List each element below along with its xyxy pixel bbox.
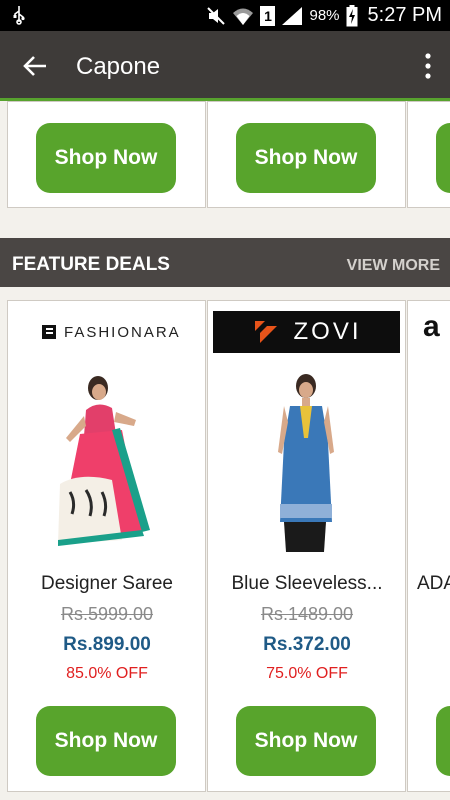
shop-now-button[interactable]: Shop Now [236, 123, 376, 193]
usb-icon [13, 6, 25, 25]
product-price: Rs.372.00 [263, 634, 351, 655]
wifi-icon [233, 8, 254, 25]
product-image-saree [58, 376, 150, 546]
shop-now-button[interactable]: Shop Now [36, 706, 176, 776]
product-discount: 75.0% OFF [266, 665, 348, 682]
battery-percent: 98% [309, 7, 340, 24]
status-bar: 1 98% 5:27 PM [0, 0, 450, 31]
product-name: Designer Saree [40, 573, 174, 594]
feature-deals-header: FEATURE DEALS VIEW MORE [0, 238, 450, 287]
shop-now-button[interactable] [436, 123, 450, 193]
overflow-menu-icon[interactable] [424, 53, 432, 79]
product-mrp: Rs.1489.00 [260, 604, 354, 624]
product-name: ADA [417, 573, 450, 594]
product-name: Blue Sleeveless... [231, 573, 383, 594]
shop-now-button[interactable] [436, 706, 450, 776]
product-discount: 85.0% OFF [66, 665, 148, 682]
brand-name: ZOVI [293, 318, 362, 345]
shop-now-button[interactable]: Shop Now [36, 123, 176, 193]
app-bar: Capone [0, 31, 450, 101]
section-title: FEATURE DEALS [12, 254, 170, 275]
page-title: Capone [76, 53, 161, 80]
mute-icon [207, 6, 226, 25]
brand-name: FASHIONARA [64, 323, 181, 341]
sim-slot-indicator: 1 [260, 5, 276, 26]
shop-now-button[interactable]: Shop Now [236, 706, 376, 776]
product-price: Rs.899.00 [63, 634, 151, 655]
battery-charging-icon [346, 4, 358, 26]
view-more-link[interactable]: VIEW MORE [347, 257, 440, 275]
fashionara-mark-icon [42, 325, 56, 339]
brand-logo-partial: a [423, 310, 440, 343]
product-image-kurta [278, 374, 334, 552]
product-mrp: Rs.5999.00 [60, 604, 154, 624]
back-arrow-icon[interactable] [22, 53, 48, 79]
zovi-mark-icon [255, 321, 278, 343]
signal-icon [282, 6, 303, 25]
brand-logo-zovi: ZOVI [213, 311, 400, 353]
clock: 5:27 PM [367, 4, 442, 26]
brand-logo-fashionara: FASHIONARA [42, 322, 181, 342]
